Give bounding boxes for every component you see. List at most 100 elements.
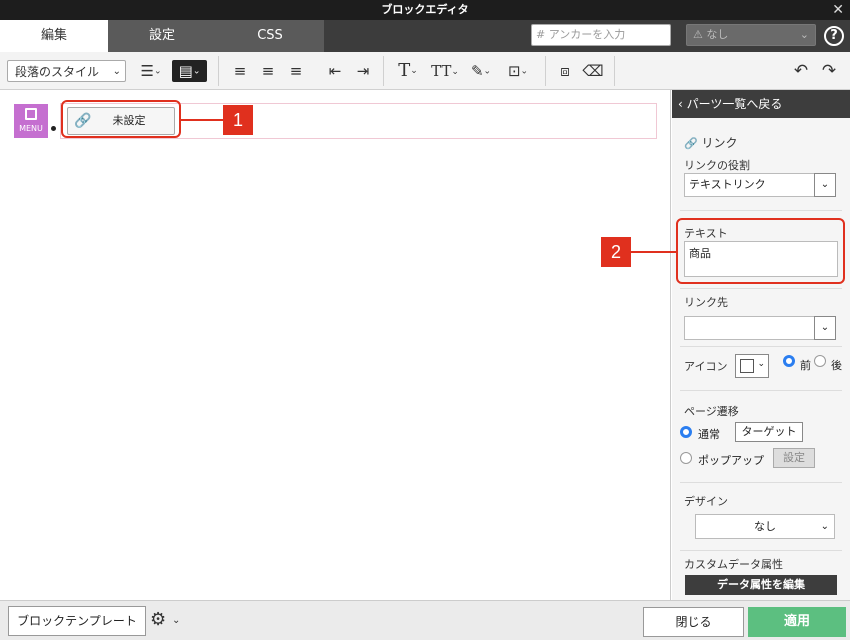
text-style-icon: TT	[431, 62, 452, 80]
close-button[interactable]: 閉じる	[643, 607, 744, 637]
panel-divider	[680, 210, 842, 211]
window-title: ブロックエディタ	[381, 3, 469, 16]
close-icon[interactable]: ✕	[832, 0, 844, 20]
chevron-down-icon: ⌄	[820, 521, 829, 532]
split-icon[interactable]: ⧈	[554, 60, 576, 82]
hash-icon: #	[536, 28, 546, 41]
indent-icon[interactable]: ⇥	[352, 60, 374, 82]
transition-popup-radio[interactable]	[680, 452, 692, 464]
design-value: なし	[754, 520, 776, 533]
chevron-down-icon: ⌄	[814, 173, 836, 197]
link-target-select[interactable]: ⌄	[684, 316, 836, 340]
transition-popup-label: ポップアップ	[698, 454, 764, 467]
transition-normal-label: 通常	[698, 428, 720, 441]
highlight-box-2	[676, 218, 845, 284]
link-role-label: リンクの役割	[684, 159, 750, 172]
chevron-down-icon: ⌄	[799, 28, 809, 41]
editor-canvas[interactable]: MENU 🔗 未設定	[0, 90, 671, 600]
warning-icon: ⚠	[693, 28, 703, 41]
anchor-input[interactable]	[548, 28, 667, 41]
popup-settings-button[interactable]: 設定	[773, 448, 815, 468]
list-bullet	[51, 126, 56, 131]
toolbar-divider	[545, 56, 546, 86]
footer-bar: ブロックテンプレート ⚙ ⌄ 閉じる 適用	[0, 600, 850, 640]
paragraph-style-select[interactable]: 段落のスタイル ⌄	[7, 60, 126, 82]
edit-data-attributes-button[interactable]: データ属性を編集	[685, 575, 837, 595]
paragraph-style-label: 段落のスタイル	[15, 65, 100, 79]
panel-divider	[680, 482, 842, 483]
text-size-button[interactable]: T⌄	[392, 60, 424, 82]
icon-after-label: 後	[831, 359, 842, 372]
callout-badge-1: 1	[223, 105, 253, 135]
panel-divider	[680, 346, 842, 347]
list-icon: ☰	[140, 62, 154, 80]
link-target-label: リンク先	[684, 296, 728, 309]
callout-line-2	[631, 251, 676, 253]
icon-before-label: 前	[800, 359, 811, 372]
panel-divider	[680, 550, 842, 551]
target-button[interactable]: ターゲット	[735, 422, 803, 442]
redo-icon[interactable]: ↷	[818, 60, 840, 82]
menu-block-badge[interactable]: MENU	[14, 104, 48, 138]
back-to-parts-button[interactable]: ‹ パーツ一覧へ戻る	[672, 90, 850, 118]
chevron-down-icon: ⌄	[814, 316, 836, 340]
chevron-down-icon: ⌄	[192, 66, 201, 77]
link-section-title: 🔗 リンク	[684, 134, 738, 151]
icon-select[interactable]: ⌄	[735, 354, 769, 378]
gear-icon[interactable]: ⚙	[150, 609, 166, 630]
link-role-select[interactable]: テキストリンク ⌄	[684, 173, 836, 197]
editor-toolbar: 段落のスタイル ⌄ ☰⌄ ▤⌄ ≡ ≡ ≡ ⇤ ⇥ T⌄ TT⌄ ✎⌄ ⊡⌄ ⧈…	[0, 52, 850, 90]
frame-button[interactable]: ⊡⌄	[502, 60, 534, 82]
block-template-button[interactable]: ブロックテンプレート	[8, 606, 146, 636]
style-select[interactable]: ⚠ なし ⌄	[686, 24, 816, 46]
help-icon[interactable]: ?	[824, 26, 844, 46]
clear-format-icon[interactable]: ⌫	[582, 60, 604, 82]
icon-after-radio[interactable]	[814, 355, 826, 367]
chevron-down-icon: ⌄	[451, 67, 459, 77]
block-format-button[interactable]: ▤⌄	[172, 60, 207, 82]
align-left-icon[interactable]: ≡	[229, 60, 251, 82]
align-right-icon[interactable]: ≡	[285, 60, 307, 82]
tab-edit[interactable]: 編集	[0, 20, 108, 52]
panel-divider	[680, 288, 842, 289]
block-format-icon: ▤	[178, 62, 193, 80]
callout-line-1	[181, 119, 223, 121]
eyedropper-icon: ✎	[470, 62, 484, 80]
text-style-button[interactable]: TT⌄	[428, 60, 462, 82]
apply-button[interactable]: 適用	[748, 607, 846, 637]
icon-label: アイコン	[684, 360, 728, 373]
properties-panel: ‹ パーツ一覧へ戻る 🔗 リンク リンクの役割 テキストリンク ⌄ テキスト 商…	[672, 90, 850, 600]
list-button[interactable]: ☰⌄	[135, 60, 167, 82]
link-icon: 🔗	[684, 137, 698, 150]
panel-divider	[680, 390, 842, 391]
outdent-icon[interactable]: ⇤	[324, 60, 346, 82]
style-select-value: なし	[706, 28, 729, 41]
menu-badge-label: MENU	[19, 124, 43, 133]
chevron-down-icon[interactable]: ⌄	[172, 615, 180, 626]
align-center-icon[interactable]: ≡	[257, 60, 279, 82]
text-size-icon: T	[398, 60, 411, 81]
menu-icon	[25, 108, 37, 120]
undo-icon[interactable]: ↶	[790, 60, 812, 82]
tab-settings[interactable]: 設定	[108, 20, 216, 52]
tab-css[interactable]: CSS	[216, 20, 324, 52]
chevron-down-icon: ⌄	[520, 66, 529, 77]
color-button[interactable]: ✎⌄	[466, 60, 496, 82]
page-transition-label: ページ遷移	[684, 405, 739, 418]
chevron-down-icon: ⌄	[757, 359, 765, 369]
callout-badge-2: 2	[601, 237, 631, 267]
anchor-field[interactable]: #	[531, 24, 671, 46]
chevron-down-icon: ⌄	[153, 66, 162, 77]
frame-icon: ⊡	[507, 62, 521, 80]
transition-normal-radio[interactable]	[680, 426, 692, 438]
toolbar-divider	[383, 56, 384, 86]
design-select[interactable]: なし ⌄	[695, 514, 835, 539]
custom-data-label: カスタムデータ属性	[684, 558, 783, 571]
chevron-down-icon: ⌄	[410, 66, 418, 76]
toolbar-divider	[218, 56, 219, 86]
section-title: リンク	[701, 136, 738, 150]
window-titlebar: ブロックエディタ ✕	[0, 0, 850, 20]
chevron-down-icon: ⌄	[483, 66, 492, 77]
highlight-box-1	[61, 100, 181, 138]
icon-before-radio[interactable]	[783, 355, 795, 367]
